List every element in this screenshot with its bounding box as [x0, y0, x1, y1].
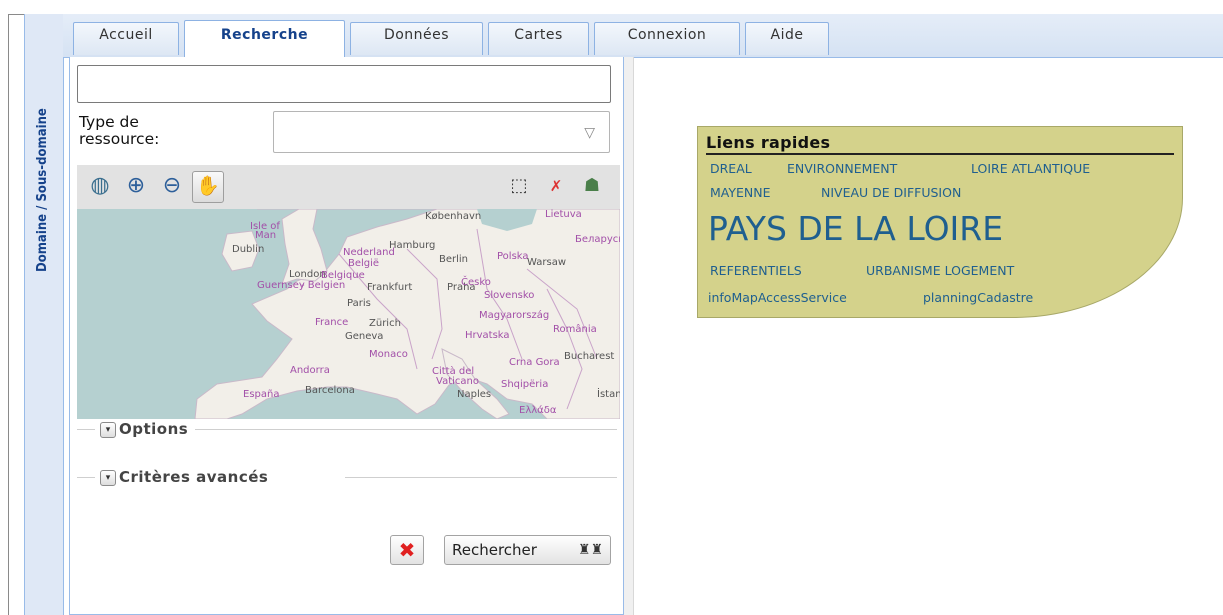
expand-advanced-icon[interactable]: ▾ [100, 470, 116, 486]
map-label: Polska [497, 251, 529, 262]
map-label: Geneva [345, 331, 384, 342]
map-label: - Belgien [301, 280, 346, 291]
quick-link-tag[interactable]: LOIRE ATLANTIQUE [971, 161, 1090, 176]
map-label: Dublin [232, 244, 265, 255]
zoom-in-icon[interactable]: ⊕ [121, 171, 151, 201]
map-toolbar: ◍ ⊕ ⊖ ✋ ⬚ ✗ ☗ [77, 165, 620, 210]
clear-selection-icon[interactable]: ✗ [541, 171, 571, 201]
map-label: Barcelona [305, 385, 355, 396]
pan-hand-icon[interactable]: ✋ [192, 171, 224, 203]
quick-link-tag[interactable]: URBANISME LOGEMENT [866, 263, 1014, 278]
resource-type-label: Type de ressource: [79, 114, 259, 148]
map-label: Berlin [439, 254, 469, 265]
map-label: Česko [461, 277, 491, 288]
map-label: Man [255, 230, 277, 241]
quick-links-title: Liens rapides [706, 133, 1174, 155]
fieldset-line [195, 429, 617, 430]
map-label: Frankfurt [367, 282, 413, 293]
quick-link-tag[interactable]: infoMapAccessService [708, 290, 847, 305]
map-label: Hamburg [389, 240, 436, 251]
layers-icon[interactable]: ☗ [577, 171, 607, 201]
search-button-label: Rechercher [452, 541, 537, 559]
clear-button[interactable]: ✖ [390, 535, 424, 565]
map-label: Hrvatska [465, 330, 510, 341]
domain-side-title[interactable]: Domaine / Sous-domaine [29, 32, 57, 272]
map-label: España [243, 389, 280, 400]
tab-cartes[interactable]: Cartes [488, 22, 589, 55]
quick-link-tag[interactable]: NIVEAU DE DIFFUSION [821, 185, 961, 200]
domain-side-panel[interactable]: Domaine / Sous-domaine [24, 14, 64, 615]
quick-link-tag[interactable]: ENVIRONNEMENT [787, 161, 897, 176]
resource-type-label-line2: ressource: [79, 130, 160, 148]
options-title[interactable]: Options [119, 420, 188, 438]
map-label: Slovensko [484, 290, 535, 301]
map-label: Zürich [369, 318, 401, 329]
resource-type-select[interactable]: ▽ [273, 111, 610, 153]
zoom-out-icon[interactable]: ⊖ [157, 171, 187, 201]
map-label: France [315, 317, 349, 328]
map-label: Monaco [369, 349, 408, 360]
quick-links-panel: Liens rapides DREAL ENVIRONNEMENT LOIRE … [697, 126, 1183, 318]
search-input[interactable] [77, 65, 611, 103]
tab-connexion[interactable]: Connexion [594, 22, 740, 55]
map-label: Paris [347, 298, 371, 309]
map-label: Andorra [290, 365, 330, 376]
fieldset-line [77, 429, 95, 430]
map-label: Warsaw [527, 257, 567, 268]
map-label: Magyarország [479, 310, 550, 321]
dropdown-arrow-icon[interactable]: ▽ [584, 125, 595, 141]
search-panel: Type de ressource: ▽ ◍ ⊕ ⊖ ✋ ⬚ ✗ ☗ Isle … [69, 57, 624, 615]
search-button[interactable]: Rechercher ♜♜ [444, 535, 611, 565]
map-label: København [425, 211, 482, 222]
quick-link-tag[interactable]: REFERENTIELS [710, 263, 802, 278]
tab-donnees[interactable]: Données [350, 22, 483, 55]
panel-splitter[interactable] [624, 57, 634, 615]
resource-type-label-line1: Type de [79, 113, 139, 131]
quick-link-tag[interactable]: planningCadastre [923, 290, 1033, 305]
window-left-border [8, 14, 9, 615]
close-icon: ✖ [398, 538, 416, 562]
map-label: Беларусь [575, 234, 620, 245]
map-label: İstanbul [597, 389, 620, 400]
advanced-criteria-fieldset: ▾ Critères avancés [77, 468, 617, 488]
map-label: Naples [457, 389, 492, 400]
quick-link-tag[interactable]: PAYS DE LA LOIRE [708, 209, 1003, 248]
map-label: Shqipëria [501, 379, 549, 390]
map-label: Bucharest [564, 351, 615, 362]
zoom-extent-icon[interactable]: ◍ [85, 171, 115, 201]
tab-recherche[interactable]: Recherche [184, 20, 345, 57]
fieldset-line [345, 477, 617, 478]
quick-link-tag[interactable]: DREAL [710, 161, 752, 176]
main-tab-bar: Accueil Recherche Données Cartes Connexi… [63, 14, 1223, 58]
options-fieldset: ▾ Options [77, 420, 617, 440]
box-select-icon[interactable]: ⬚ [504, 171, 534, 201]
map-label: Lietuva [545, 209, 582, 220]
map-label: Ελλάδα [519, 405, 557, 416]
binoculars-icon: ♜♜ [577, 542, 603, 558]
map-label: România [553, 324, 597, 335]
map-view[interactable]: Isle of Man Dublin København Lietuva Бел… [77, 209, 620, 419]
fieldset-line [77, 477, 95, 478]
map-label: België [348, 258, 380, 269]
advanced-criteria-title[interactable]: Critères avancés [119, 468, 268, 486]
expand-options-icon[interactable]: ▾ [100, 422, 116, 438]
map-label: Vaticano [436, 376, 479, 387]
tab-aide[interactable]: Aide [745, 22, 829, 55]
map-label: Crna Gora [509, 357, 560, 368]
map-label: Nederland [343, 247, 395, 258]
quick-link-tag[interactable]: MAYENNE [710, 185, 771, 200]
tab-accueil[interactable]: Accueil [73, 22, 179, 55]
map-label: Guernsey [257, 280, 305, 291]
